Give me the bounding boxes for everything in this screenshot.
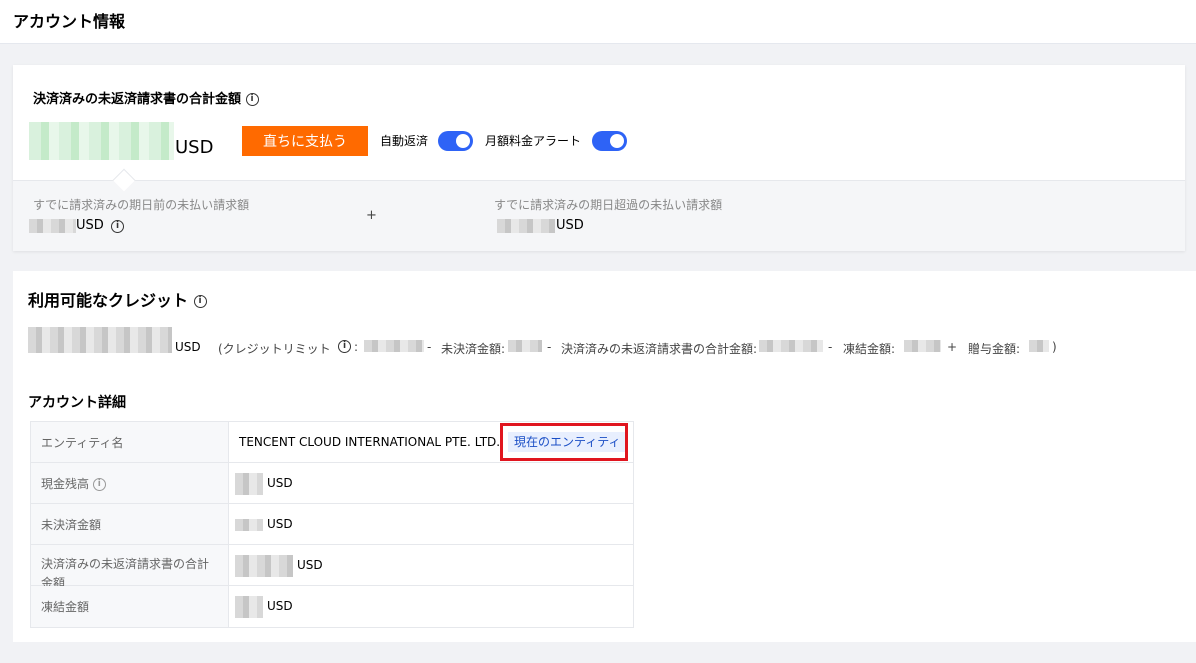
overdue-currency: USD bbox=[556, 218, 584, 233]
info-icon[interactable]: i bbox=[245, 93, 259, 106]
frozen-label: 凍結金額: bbox=[843, 342, 896, 356]
row-currency: USD bbox=[297, 558, 323, 572]
auto-repay-label: 自動返済 bbox=[380, 134, 429, 148]
settled-redacted bbox=[759, 340, 823, 352]
pay-now-button[interactable]: 直ちに支払う bbox=[242, 126, 368, 156]
row-value: USD bbox=[229, 545, 633, 585]
row-value: USD bbox=[229, 504, 633, 544]
auto-repay-toggle[interactable] bbox=[438, 131, 473, 151]
plus-sign-credit: + bbox=[947, 340, 958, 354]
row-label: エンティティ名 bbox=[31, 422, 229, 462]
row-currency: USD bbox=[267, 517, 293, 531]
billing-summary: 決済済みの未返済請求書の合計金額 i USD 直ちに支払う 自動返済 月額料金ア… bbox=[13, 65, 1185, 180]
credit-colon: : bbox=[354, 340, 359, 354]
row-label-text: 現金残高 bbox=[41, 477, 90, 491]
overdue-label: すでに請求済みの期日超過の未払い請求額 bbox=[494, 198, 723, 212]
row-label: 決済済みの未返済請求書の合計金額 bbox=[31, 545, 229, 590]
overdue-amount-redacted bbox=[497, 219, 555, 233]
credit-limit-redacted bbox=[364, 340, 424, 352]
info-icon[interactable]: i bbox=[111, 220, 124, 233]
before-due-currency: USD bbox=[76, 218, 104, 233]
credit-amount-redacted bbox=[28, 327, 172, 353]
table-row: 未決済金額 USD bbox=[31, 504, 633, 545]
row-label: 現金残高 i bbox=[31, 463, 229, 503]
billing-title: 決済済みの未返済請求書の合計金額 i bbox=[33, 88, 259, 107]
amount-redacted bbox=[235, 595, 263, 618]
amount-redacted bbox=[235, 518, 263, 531]
info-icon[interactable]: i bbox=[92, 478, 106, 491]
amount-redacted bbox=[235, 472, 263, 495]
credit-currency: USD bbox=[175, 340, 201, 354]
gift-redacted bbox=[1029, 340, 1049, 352]
row-label: 凍結金額 bbox=[31, 586, 229, 627]
before-due-label: すでに請求済みの期日前の未払い請求額 bbox=[33, 198, 250, 212]
row-label: 未決済金額 bbox=[31, 504, 229, 544]
settled-label: 決済済みの未返済請求書の合計金額: bbox=[561, 342, 758, 356]
credit-title: 利用可能なクレジット i bbox=[28, 287, 207, 311]
header-bar: アカウント情報 bbox=[0, 0, 1196, 44]
gift-label: 贈与金額: bbox=[968, 342, 1021, 356]
details-title: アカウント詳細 bbox=[28, 395, 126, 411]
info-icon[interactable]: i bbox=[193, 295, 207, 308]
billing-card: 決済済みの未返済請求書の合計金額 i USD 直ちに支払う 自動返済 月額料金ア… bbox=[13, 65, 1185, 251]
credit-close: ) bbox=[1052, 340, 1057, 354]
minus-sign-1: - bbox=[427, 340, 432, 354]
amount-redacted bbox=[235, 554, 293, 577]
total-currency: USD bbox=[175, 137, 214, 158]
table-row: 凍結金額 USD bbox=[31, 586, 633, 627]
credit-limit-label: (クレジットリミット bbox=[218, 342, 331, 356]
row-value: USD bbox=[229, 463, 633, 503]
page-title: アカウント情報 bbox=[13, 12, 126, 31]
minus-sign-3: - bbox=[828, 340, 833, 354]
plus-sign: + bbox=[366, 208, 377, 223]
total-amount-redacted bbox=[29, 122, 174, 160]
minus-sign-2: - bbox=[547, 340, 552, 354]
entity-name: TENCENT CLOUD INTERNATIONAL PTE. LTD. bbox=[239, 435, 501, 449]
row-currency: USD bbox=[267, 599, 293, 613]
unsettled-redacted bbox=[508, 340, 542, 352]
highlight-box bbox=[500, 423, 628, 461]
before-due-amount-redacted bbox=[29, 219, 76, 233]
billing-title-text: 決済済みの未返済請求書の合計金額 bbox=[33, 92, 242, 107]
table-row: 現金残高 i USD bbox=[31, 463, 633, 504]
monthly-alert-toggle[interactable] bbox=[592, 131, 627, 151]
frozen-redacted bbox=[904, 340, 941, 352]
billing-breakdown: すでに請求済みの期日前の未払い請求額 USD i + すでに請求済みの期日超過の… bbox=[13, 180, 1185, 251]
info-icon[interactable]: i bbox=[338, 340, 351, 353]
unsettled-label: 未決済金額: bbox=[441, 342, 506, 356]
table-row: 決済済みの未返済請求書の合計金額 USD bbox=[31, 545, 633, 590]
monthly-alert-label: 月額料金アラート bbox=[485, 134, 582, 148]
row-value: USD bbox=[229, 586, 633, 627]
credit-title-text: 利用可能なクレジット bbox=[28, 291, 189, 310]
row-currency: USD bbox=[267, 476, 293, 490]
